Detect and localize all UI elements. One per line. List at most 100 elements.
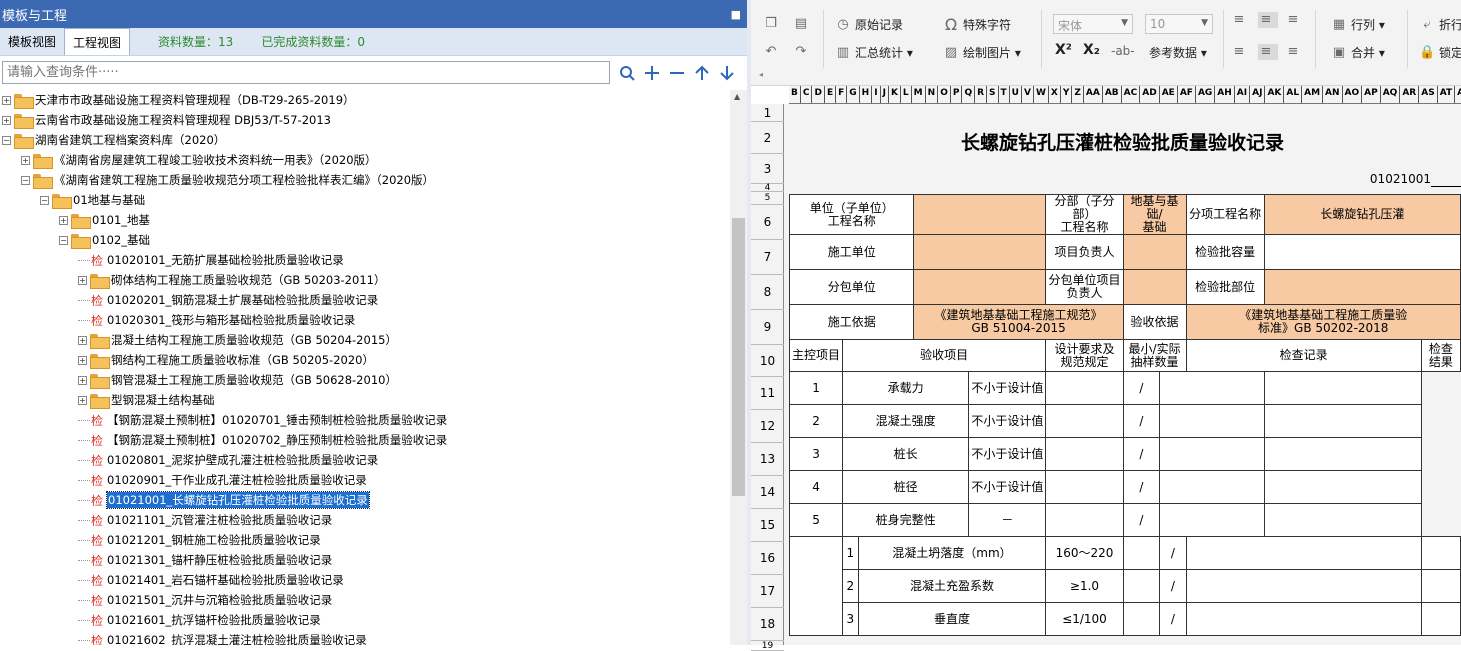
expand-icon[interactable]: + bbox=[59, 215, 68, 225]
font-name-select[interactable]: 宋体 ▼ bbox=[1053, 14, 1133, 34]
copy-icon[interactable]: ❐ bbox=[763, 16, 783, 32]
column-header[interactable]: C bbox=[801, 86, 813, 103]
tree-document-node[interactable]: 检 01020201_钢筋混凝土扩展基础检验批质量验收记录 bbox=[0, 290, 730, 310]
expand-icon[interactable]: + bbox=[78, 375, 87, 385]
row-header[interactable]: 1 bbox=[751, 104, 784, 122]
tree-document-node[interactable]: 检 01021201_钢桩施工检验批质量验收记录 bbox=[0, 530, 730, 550]
item-check-record[interactable] bbox=[1159, 503, 1265, 537]
column-header[interactable]: W bbox=[1034, 86, 1049, 103]
basis-value[interactable]: 《建筑地基基础工程施工规范》 GB 51004-2015 bbox=[913, 304, 1124, 340]
collapse-icon[interactable]: − bbox=[59, 235, 68, 245]
column-header[interactable]: V bbox=[1022, 86, 1034, 103]
column-header[interactable]: AI bbox=[1235, 86, 1251, 103]
expand-icon[interactable]: + bbox=[78, 355, 87, 365]
row-header[interactable]: 19 bbox=[751, 641, 784, 651]
ribbon-collapse-icon[interactable]: ◂ bbox=[759, 70, 763, 79]
location-value[interactable] bbox=[1263, 269, 1461, 305]
column-header[interactable]: S bbox=[987, 86, 999, 103]
tree-folder-node[interactable]: + 云南省市政基础设施工程资料管理规程 DBJ53/T-57-2013 bbox=[0, 110, 730, 130]
column-header[interactable]: J bbox=[881, 86, 889, 103]
superscript-button[interactable]: X² bbox=[1055, 42, 1072, 58]
column-header[interactable]: Z bbox=[1072, 86, 1084, 103]
tree-folder-node[interactable]: + 天津市市政基础设施工程资料管理规程（DB-T29-265-2019） bbox=[0, 90, 730, 110]
tree-document-node[interactable]: 检 01021401_岩石锚杆基础检验批质量验收记录 bbox=[0, 570, 730, 590]
lock-button[interactable]: 🔒 锁定 bbox=[1419, 44, 1461, 61]
column-header[interactable]: I bbox=[872, 86, 881, 103]
scroll-up-icon[interactable]: ▲ bbox=[734, 92, 740, 101]
column-header[interactable]: AL bbox=[1284, 86, 1303, 103]
column-header[interactable]: AC bbox=[1122, 86, 1141, 103]
row-header[interactable]: 4 bbox=[751, 184, 784, 193]
expand-icon[interactable]: + bbox=[78, 275, 87, 285]
column-header[interactable]: P bbox=[951, 86, 963, 103]
column-header[interactable]: AR bbox=[1400, 86, 1420, 103]
item-check-result[interactable] bbox=[1263, 470, 1422, 504]
item-actual-sample[interactable]: / bbox=[1122, 503, 1161, 537]
search-icon[interactable] bbox=[614, 62, 639, 84]
expand-icon[interactable]: + bbox=[2, 115, 11, 125]
row-header[interactable]: 12 bbox=[751, 410, 784, 443]
column-header[interactable]: AD bbox=[1140, 86, 1160, 103]
item-check-record[interactable] bbox=[1159, 371, 1265, 405]
tree-document-node[interactable]: 检 01021301_锚杆静压桩检验批质量验收记录 bbox=[0, 550, 730, 570]
item-min-sample[interactable] bbox=[1122, 602, 1161, 636]
row-header[interactable]: 10 bbox=[751, 345, 784, 377]
tree-folder-node[interactable]: +0101_地基 bbox=[0, 210, 730, 230]
tab-template-view[interactable]: 模板视图 bbox=[0, 28, 64, 55]
item-check-record[interactable] bbox=[1159, 404, 1265, 438]
row-header[interactable]: 3 bbox=[751, 154, 784, 184]
summary-stats-button[interactable]: ▥ 汇总统计 ▾ bbox=[835, 44, 913, 61]
item-actual-sample[interactable]: / bbox=[1122, 404, 1161, 438]
column-header[interactable]: AF bbox=[1178, 86, 1196, 103]
item-min-sample[interactable] bbox=[1045, 503, 1124, 537]
column-header[interactable]: AA bbox=[1084, 86, 1103, 103]
special-char-button[interactable]: Ω 特殊字符 bbox=[943, 16, 1011, 33]
draw-image-button[interactable]: ▨ 绘制图片 ▾ bbox=[943, 44, 1021, 61]
item-actual-sample[interactable]: / bbox=[1122, 470, 1161, 504]
column-header[interactable]: D bbox=[812, 86, 825, 103]
tree-document-node[interactable]: 检 01021602_抗浮混凝土灌注桩检验批质量验收记录 bbox=[0, 630, 730, 645]
column-header[interactable]: E bbox=[825, 86, 837, 103]
item-min-sample[interactable] bbox=[1045, 404, 1124, 438]
item-check-record[interactable] bbox=[1185, 536, 1422, 570]
tree-document-node[interactable]: 检 01021601_抗浮锚杆检验批质量验收记录 bbox=[0, 610, 730, 630]
column-header[interactable]: AM bbox=[1302, 86, 1324, 103]
column-header[interactable]: AN bbox=[1323, 86, 1343, 103]
align-top-icon[interactable]: ≡ bbox=[1231, 12, 1251, 28]
reference-data-button[interactable]: 参考数据 ▾ bbox=[1149, 44, 1207, 61]
item-check-result[interactable] bbox=[1420, 602, 1461, 636]
row-header[interactable]: 7 bbox=[751, 240, 784, 275]
column-header[interactable]: Q bbox=[962, 86, 976, 103]
item-check-result[interactable] bbox=[1263, 371, 1422, 405]
item-check-result[interactable] bbox=[1420, 536, 1461, 570]
item-check-record[interactable] bbox=[1159, 437, 1265, 471]
column-header[interactable]: AK bbox=[1265, 86, 1285, 103]
align-right-icon[interactable]: ≡ bbox=[1285, 44, 1305, 60]
tree-folder-node[interactable]: + 《湖南省房屋建筑工程竣工验收技术资料统一用表》（2020版） bbox=[0, 150, 730, 170]
tree-folder-node[interactable]: − 《湖南省建筑工程施工质量验收规范分项工程检验批样表汇编》（2020版） bbox=[0, 170, 730, 190]
tree-folder-node[interactable]: + 型钢混凝土结构基础 bbox=[0, 390, 730, 410]
subitem-value[interactable]: 长螺旋钻孔压灌 bbox=[1263, 194, 1461, 235]
tree-document-node[interactable]: 检 01021101_沉管灌注桩检验批质量验收记录 bbox=[0, 510, 730, 530]
merge-button[interactable]: ▣ 合并 ▾ bbox=[1331, 44, 1385, 61]
column-header[interactable]: AS bbox=[1419, 86, 1438, 103]
tree-scrollbar[interactable]: ▲ bbox=[730, 90, 747, 645]
row-header[interactable]: 2 bbox=[751, 122, 784, 154]
item-min-sample[interactable] bbox=[1045, 437, 1124, 471]
column-header[interactable]: AQ bbox=[1381, 86, 1401, 103]
expand-icon[interactable]: + bbox=[78, 335, 87, 345]
tree-document-node[interactable]: 检 01020101_无筋扩展基础检验批质量验收记录 bbox=[0, 250, 730, 270]
column-header[interactable]: M bbox=[912, 86, 926, 103]
column-header[interactable]: H bbox=[860, 86, 873, 103]
font-size-select[interactable]: 10 ▼ bbox=[1145, 14, 1213, 34]
paste-icon[interactable]: ▤ bbox=[793, 16, 813, 32]
tree-folder-node[interactable]: + 混凝土结构工程施工质量验收规范（GB 50204-2015） bbox=[0, 330, 730, 350]
division-value[interactable]: 地基与基础/ 基础 bbox=[1122, 194, 1187, 235]
item-actual-sample[interactable]: / bbox=[1122, 437, 1161, 471]
item-min-sample[interactable] bbox=[1045, 470, 1124, 504]
tree-folder-node[interactable]: − 湖南省建筑工程档案资料库（2020） bbox=[0, 130, 730, 150]
tree-folder-node[interactable]: − 01地基与基础 bbox=[0, 190, 730, 210]
expand-icon[interactable]: + bbox=[78, 395, 87, 405]
row-header[interactable]: 11 bbox=[751, 377, 784, 410]
align-center-icon[interactable]: ≡ bbox=[1258, 44, 1278, 60]
